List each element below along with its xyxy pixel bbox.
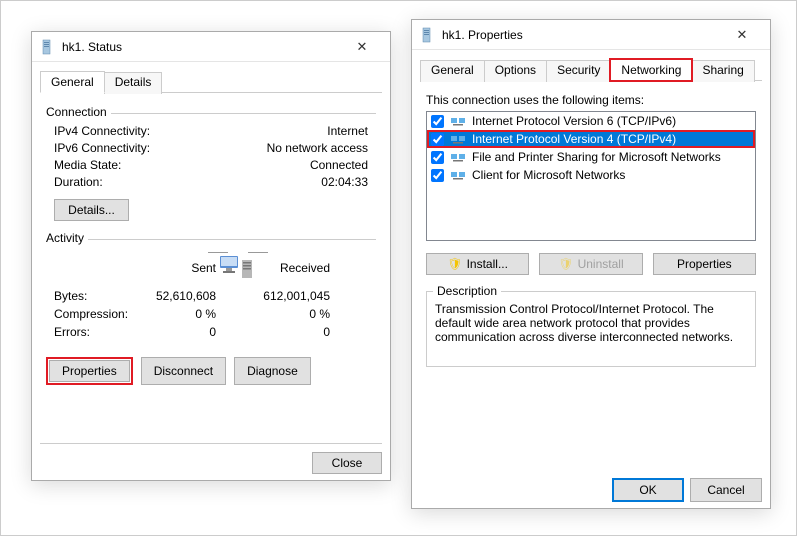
bytes-received: 612,001,045 (260, 289, 330, 303)
item-label: File and Printer Sharing for Microsoft N… (472, 150, 721, 164)
tab-options[interactable]: Options (484, 60, 547, 82)
media-state-value: Connected (310, 158, 368, 172)
items-list[interactable]: Internet Protocol Version 6 (TCP/IPv6) In… (426, 111, 756, 241)
item-checkbox[interactable] (431, 151, 444, 164)
bytes-sent: 52,610,608 (146, 289, 216, 303)
item-checkbox[interactable] (431, 133, 444, 146)
close-button[interactable]: ✕ (722, 27, 762, 43)
item-label: Client for Microsoft Networks (472, 168, 625, 182)
list-item[interactable]: Internet Protocol Version 6 (TCP/IPv6) (427, 112, 755, 130)
status-tabstrip: General Details (40, 70, 382, 93)
shield-icon: 🛡 (558, 257, 573, 271)
items-label: This connection uses the following items… (426, 93, 756, 107)
install-button[interactable]: 🛡Install... (426, 253, 529, 275)
tab-security[interactable]: Security (546, 60, 611, 82)
compression-sent: 0 % (146, 307, 216, 321)
activity-group-label: Activity (46, 231, 88, 245)
properties-dialog: hk1. Properties ✕ General Options Securi… (411, 19, 771, 509)
properties-titlebar[interactable]: hk1. Properties ✕ (412, 20, 770, 50)
compression-label: Compression: (54, 307, 144, 321)
errors-sent: 0 (146, 325, 216, 339)
bytes-label: Bytes: (54, 289, 144, 303)
media-state-label: Media State: (54, 158, 121, 172)
cancel-button[interactable]: Cancel (690, 478, 762, 502)
protocol-icon (450, 167, 466, 183)
description-label: Description (433, 284, 501, 298)
disconnect-button[interactable]: Disconnect (141, 357, 226, 385)
activity-grid: Sent Received Bytes: 52,610,608 612,001,… (54, 250, 368, 339)
status-dialog: hk1. Status ✕ General Details Connection… (31, 31, 391, 481)
uninstall-button: 🛡Uninstall (539, 253, 642, 275)
details-button[interactable]: Details... (54, 199, 129, 221)
close-button[interactable]: ✕ (342, 39, 382, 55)
list-item[interactable]: File and Printer Sharing for Microsoft N… (427, 148, 755, 166)
tab-general[interactable]: General (40, 71, 105, 93)
errors-label: Errors: (54, 325, 144, 339)
properties-button[interactable]: Properties (49, 360, 130, 382)
description-group: Description Transmission Control Protoco… (426, 291, 756, 367)
duration-label: Duration: (54, 175, 103, 189)
protocol-icon (450, 149, 466, 165)
tab-networking[interactable]: Networking (610, 59, 692, 81)
errors-received: 0 (260, 325, 330, 339)
protocol-icon (450, 131, 466, 147)
ipv4-label: IPv4 Connectivity: (54, 124, 150, 138)
tab-sharing[interactable]: Sharing (691, 60, 754, 82)
description-text: Transmission Control Protocol/Internet P… (435, 302, 747, 344)
sent-header: Sent (146, 261, 216, 275)
received-header: Received (260, 261, 330, 275)
properties-content: This connection uses the following items… (412, 81, 770, 379)
ipv4-value: Internet (327, 124, 368, 138)
network-adapter-icon (420, 27, 436, 43)
status-title: hk1. Status (62, 40, 342, 54)
list-item[interactable]: Client for Microsoft Networks (427, 166, 755, 184)
ipv6-label: IPv6 Connectivity: (54, 141, 150, 155)
close-dialog-button[interactable]: Close (312, 452, 382, 474)
tab-details[interactable]: Details (104, 72, 163, 94)
ipv6-value: No network access (267, 141, 368, 155)
item-label: Internet Protocol Version 4 (TCP/IPv4) (472, 132, 676, 146)
item-checkbox[interactable] (431, 115, 444, 128)
connection-group-label: Connection (46, 105, 111, 119)
item-checkbox[interactable] (431, 169, 444, 182)
compression-received: 0 % (260, 307, 330, 321)
diagnose-button[interactable]: Diagnose (234, 357, 311, 385)
properties-title: hk1. Properties (442, 28, 722, 42)
tab-general[interactable]: General (420, 60, 485, 82)
ok-button[interactable]: OK (612, 478, 684, 502)
properties-highlight: Properties (46, 357, 133, 385)
item-properties-button[interactable]: Properties (653, 253, 756, 275)
status-content: Connection IPv4 Connectivity: Internet IP… (32, 93, 390, 397)
item-label: Internet Protocol Version 6 (TCP/IPv6) (472, 114, 676, 128)
network-adapter-icon (40, 39, 56, 55)
duration-value: 02:04:33 (321, 175, 368, 189)
properties-tabstrip: General Options Security Networking Shar… (420, 58, 762, 81)
activity-icon (218, 250, 258, 282)
protocol-icon (450, 113, 466, 129)
status-titlebar[interactable]: hk1. Status ✕ (32, 32, 390, 62)
list-item[interactable]: Internet Protocol Version 4 (TCP/IPv4) (427, 130, 755, 148)
shield-icon: 🛡 (447, 257, 462, 271)
